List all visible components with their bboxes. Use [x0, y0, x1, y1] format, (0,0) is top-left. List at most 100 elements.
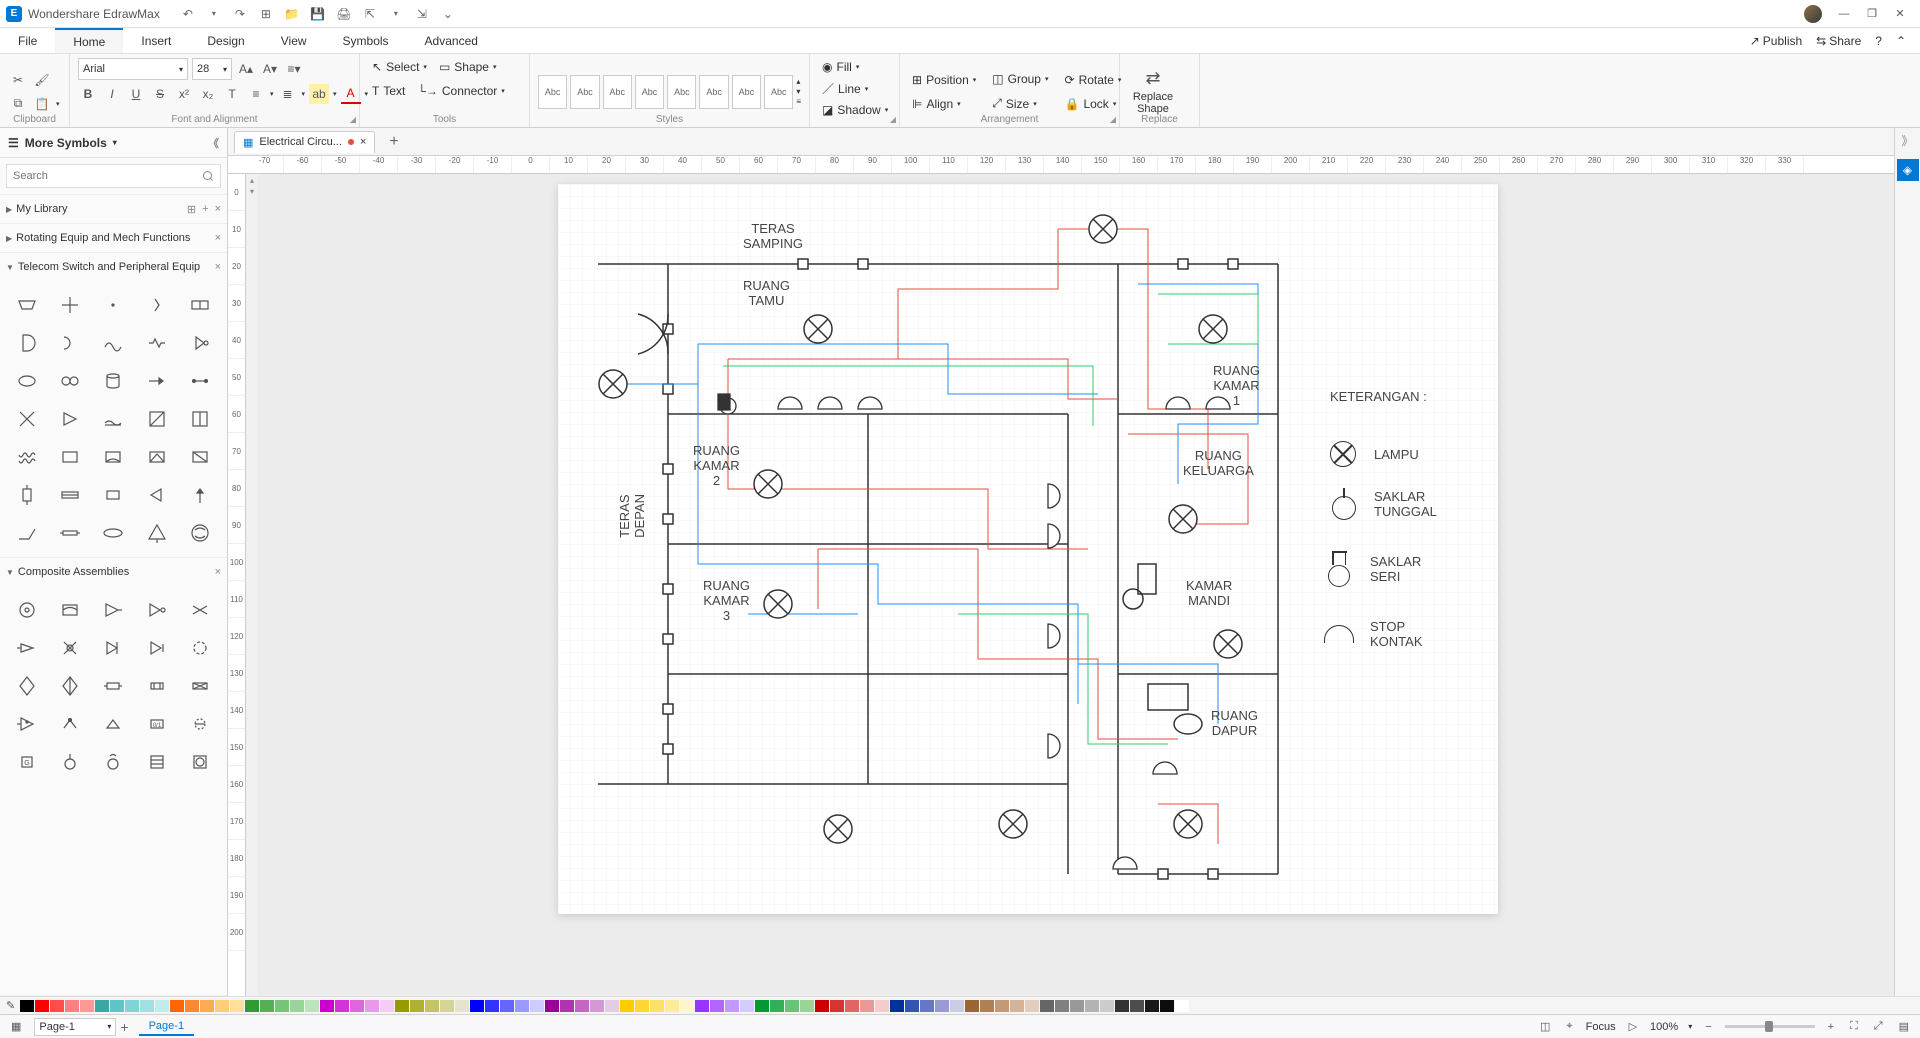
highlight-button[interactable]: ab [309, 84, 329, 104]
style-item[interactable]: Abc [732, 75, 761, 109]
color-swatch[interactable] [710, 1000, 724, 1012]
shape-comp-2[interactable] [49, 592, 90, 628]
panel-collapse-button[interactable]: 《 [208, 135, 219, 151]
color-swatch[interactable] [665, 1000, 679, 1012]
shape-telecom-19[interactable] [136, 401, 177, 437]
symbol-search-input[interactable] [6, 164, 221, 188]
color-swatch[interactable] [170, 1000, 184, 1012]
shape-telecom-10[interactable] [180, 325, 221, 361]
color-swatch[interactable] [95, 1000, 109, 1012]
color-swatch[interactable] [680, 1000, 694, 1012]
color-swatch[interactable] [335, 1000, 349, 1012]
color-swatch[interactable] [1115, 1000, 1129, 1012]
color-swatch[interactable] [1175, 1000, 1189, 1012]
color-swatch[interactable] [395, 1000, 409, 1012]
color-swatch[interactable] [725, 1000, 739, 1012]
page-layout-icon[interactable]: ▦ [8, 1020, 24, 1033]
shadow-button[interactable]: ◪Shadow▾ [818, 101, 892, 119]
shape-telecom-5[interactable] [180, 287, 221, 323]
bullets-button[interactable]: ≣ [278, 84, 298, 104]
open-button[interactable]: 📁 [284, 6, 300, 22]
shape-telecom-13[interactable] [93, 363, 134, 399]
qat-more[interactable]: ⌄ [440, 6, 456, 22]
style-item[interactable]: Abc [699, 75, 728, 109]
lock-button[interactable]: 🔒Lock▾ [1061, 95, 1126, 113]
rotating-section-header[interactable]: ▶Rotating Equip and Mech Functions × [0, 224, 227, 252]
style-item[interactable]: Abc [635, 75, 664, 109]
shape-telecom-12[interactable] [49, 363, 90, 399]
color-swatch[interactable] [425, 1000, 439, 1012]
cut-button[interactable]: ✂ [8, 70, 28, 90]
menu-file[interactable]: File [0, 28, 55, 53]
redo-button[interactable]: ↷ [232, 6, 248, 22]
close-button[interactable]: ✕ [1886, 4, 1914, 24]
drawing-canvas[interactable]: TERAS SAMPING RUANG TAMU RUANG KAMAR 1 R… [258, 174, 1894, 996]
grow-font-button[interactable]: A▴ [236, 59, 256, 79]
shape-comp-25[interactable] [180, 744, 221, 780]
color-swatch[interactable] [245, 1000, 259, 1012]
color-swatch[interactable] [380, 1000, 394, 1012]
select-tool[interactable]: ↖Select▾ [368, 58, 431, 76]
color-swatch[interactable] [275, 1000, 289, 1012]
tab-close-icon[interactable]: × [360, 136, 366, 148]
style-item[interactable]: Abc [667, 75, 696, 109]
color-swatch[interactable] [290, 1000, 304, 1012]
shape-comp-7[interactable] [49, 630, 90, 666]
export-dropdown[interactable]: ▾ [388, 6, 404, 22]
fit-page-button[interactable]: ⛶ [1847, 1020, 1861, 1033]
shape-comp-9[interactable] [136, 630, 177, 666]
menu-symbols[interactable]: Symbols [325, 28, 407, 53]
shape-telecom-17[interactable] [49, 401, 90, 437]
color-swatch[interactable] [890, 1000, 904, 1012]
color-swatch[interactable] [515, 1000, 529, 1012]
color-swatch[interactable] [410, 1000, 424, 1012]
shape-telecom-3[interactable] [93, 287, 134, 323]
color-swatch[interactable] [1160, 1000, 1174, 1012]
fill-button[interactable]: ◉Fill▾ [818, 58, 863, 76]
color-swatch[interactable] [455, 1000, 469, 1012]
shape-telecom-16[interactable] [6, 401, 47, 437]
color-swatch[interactable] [1055, 1000, 1069, 1012]
telecom-section-header[interactable]: ▼Telecom Switch and Peripheral Equip × [0, 253, 227, 281]
color-swatch[interactable] [65, 1000, 79, 1012]
shape-telecom-14[interactable] [136, 363, 177, 399]
color-swatch[interactable] [260, 1000, 274, 1012]
undo-button[interactable]: ↶ [180, 6, 196, 22]
export-button[interactable]: ⇱ [362, 6, 378, 22]
color-swatch[interactable] [950, 1000, 964, 1012]
drawing-page[interactable]: TERAS SAMPING RUANG TAMU RUANG KAMAR 1 R… [558, 184, 1498, 914]
shape-comp-5[interactable] [180, 592, 221, 628]
arrangement-launcher[interactable]: ◢ [1110, 115, 1116, 124]
color-swatch[interactable] [935, 1000, 949, 1012]
color-swatch[interactable] [545, 1000, 559, 1012]
mylib-grid-icon[interactable]: ⊞ [187, 203, 196, 216]
focus-target-icon[interactable]: ⌖ [1563, 1020, 1575, 1033]
user-avatar[interactable] [1804, 5, 1822, 23]
superscript-button[interactable]: x² [174, 84, 194, 104]
color-swatch[interactable] [620, 1000, 634, 1012]
shape-telecom-6[interactable] [6, 325, 47, 361]
shape-comp-8[interactable] [93, 630, 134, 666]
shape-comp-21[interactable]: G [6, 744, 47, 780]
color-swatch[interactable] [740, 1000, 754, 1012]
telecom-close-icon[interactable]: × [215, 261, 221, 273]
shape-comp-13[interactable] [93, 668, 134, 704]
shape-telecom-11[interactable] [6, 363, 47, 399]
color-swatch[interactable] [1070, 1000, 1084, 1012]
color-swatch[interactable] [80, 1000, 94, 1012]
color-swatch[interactable] [125, 1000, 139, 1012]
color-swatch[interactable] [1085, 1000, 1099, 1012]
shape-telecom-35[interactable] [180, 515, 221, 551]
shape-format-launcher[interactable]: ◢ [890, 115, 896, 124]
color-swatch[interactable] [965, 1000, 979, 1012]
color-swatch[interactable] [845, 1000, 859, 1012]
layers-icon[interactable]: ◫ [1537, 1020, 1553, 1033]
mylib-add-icon[interactable]: + [202, 203, 208, 216]
add-page-button[interactable]: + [120, 1019, 128, 1035]
play-icon[interactable]: ▷ [1626, 1020, 1640, 1033]
subscript-button[interactable]: x₂ [198, 84, 218, 104]
shape-telecom-8[interactable] [93, 325, 134, 361]
print-button[interactable]: 🖨 [336, 6, 352, 22]
color-swatch[interactable] [560, 1000, 574, 1012]
symbols-panel-header[interactable]: ☰ More Symbols▾ 《 [0, 128, 227, 158]
